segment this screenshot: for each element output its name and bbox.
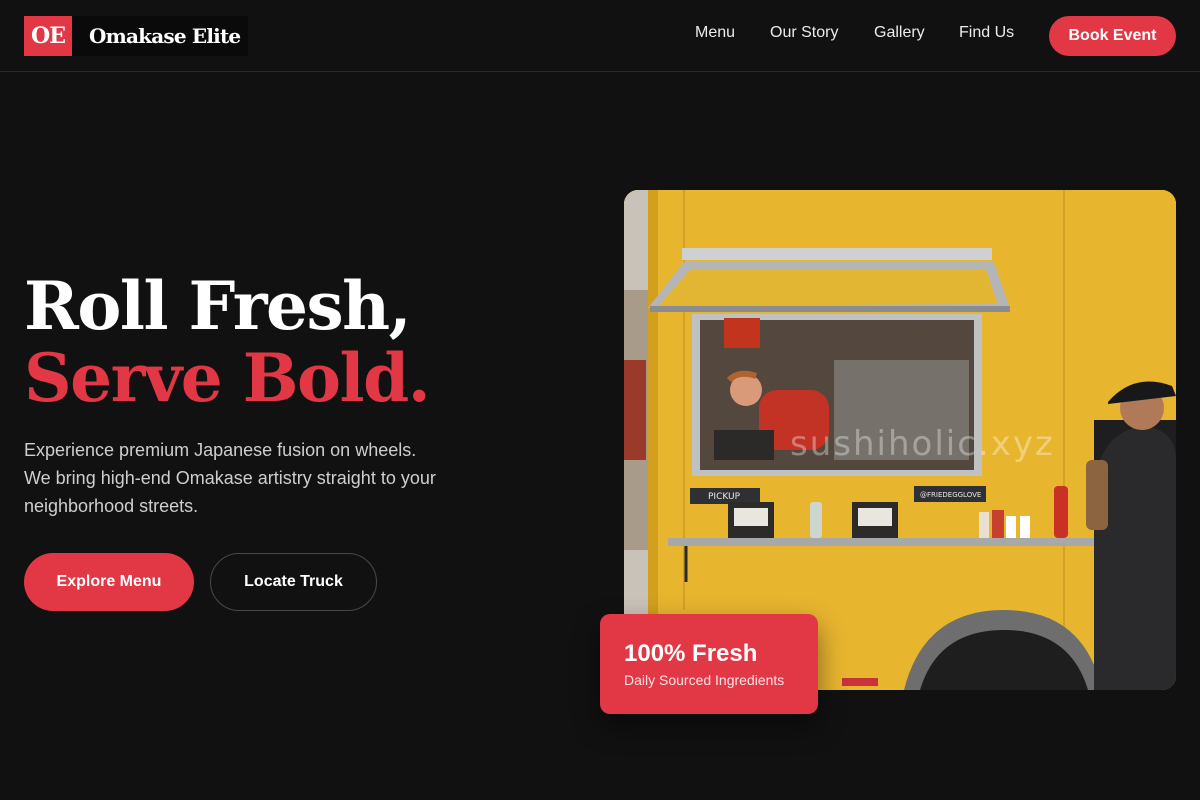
badge-subtitle: Daily Sourced Ingredients — [624, 672, 785, 688]
nav-link-find-us[interactable]: Find Us — [959, 24, 1014, 42]
brand-logo[interactable]: OE Omakase Elite — [24, 16, 249, 56]
locate-truck-button[interactable]: Locate Truck — [210, 553, 377, 611]
hero-title: Roll Fresh, Serve Bold. — [24, 267, 431, 417]
badge-title: 100% Fresh — [624, 640, 758, 667]
nav-link-menu[interactable]: Menu — [695, 24, 735, 42]
hero-description-line: We bring high-end Omakase artistry strai… — [24, 468, 436, 488]
pickup-sign: PICKUP — [708, 492, 741, 502]
explore-menu-button[interactable]: Explore Menu — [24, 553, 194, 611]
hero-description-line: neighborhood streets. — [24, 496, 199, 516]
brand-name: Omakase Elite — [72, 16, 249, 56]
hero-description-line: Experience premium Japanese fusion on wh… — [24, 440, 417, 460]
fresh-badge-card: 100% Fresh Daily Sourced Ingredients — [600, 614, 818, 714]
hero-title-line2: Serve Bold. — [24, 339, 431, 417]
handle-sign: @FRIEDEGGLOVE — [920, 491, 981, 499]
book-event-button[interactable]: Book Event — [1049, 16, 1176, 56]
nav-link-gallery[interactable]: Gallery — [874, 24, 925, 42]
hero-title-line1: Roll Fresh, — [24, 267, 412, 345]
nav-link-our-story[interactable]: Our Story — [770, 24, 838, 42]
top-navbar: OE Omakase Elite Menu Our Story Gallery … — [0, 0, 1200, 72]
logo-badge: OE — [24, 16, 72, 56]
hero-description: Experience premium Japanese fusion on wh… — [24, 436, 494, 520]
